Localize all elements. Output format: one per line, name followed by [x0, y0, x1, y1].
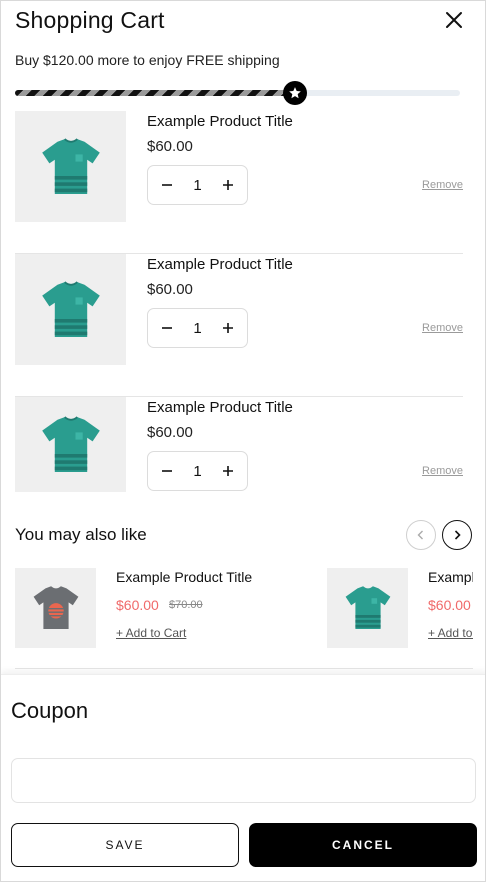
product-title[interactable]: Example Product Title: [116, 569, 252, 585]
shipping-progress-fill: [15, 90, 295, 96]
cancel-button[interactable]: CANCEL: [249, 823, 477, 867]
chevron-right-icon: [454, 530, 461, 540]
product-title[interactable]: Example Product Title: [147, 399, 293, 416]
product-price: $60.00: [147, 281, 193, 298]
minus-icon[interactable]: [158, 176, 176, 194]
chevron-left-icon: [417, 530, 423, 540]
cart-item: Example Product Title $60.00 1 Remove: [15, 254, 463, 397]
recommendation-card: Example Product Title $60.00 $70.00 + Ad…: [15, 568, 315, 648]
sale-price: $60.00: [116, 597, 159, 613]
product-image[interactable]: [15, 397, 126, 492]
coupon-panel: Coupon SAVE CANCEL: [1, 674, 485, 881]
close-icon[interactable]: [443, 9, 465, 31]
product-title[interactable]: Example Product Title: [147, 113, 293, 130]
plus-icon[interactable]: [219, 319, 237, 337]
plus-icon[interactable]: [219, 462, 237, 480]
teal-tshirt-icon: [345, 586, 390, 629]
recommendations-carousel: Example Product Title $60.00 $70.00 + Ad…: [1, 561, 473, 661]
add-to-cart-link[interactable]: + Add to Cart: [116, 626, 186, 640]
recommendations-heading: You may also like: [15, 525, 147, 544]
free-shipping-message: Buy $120.00 more to enjoy FREE shipping: [15, 52, 280, 68]
gray-tshirt-icon: [33, 586, 78, 629]
carousel-prev-button[interactable]: [406, 520, 436, 550]
cart-drawer: Shopping Cart Buy $120.00 more to enjoy …: [0, 0, 486, 882]
minus-icon[interactable]: [158, 462, 176, 480]
save-button[interactable]: SAVE: [11, 823, 239, 867]
remove-link[interactable]: Remove: [422, 179, 463, 191]
coupon-heading: Coupon: [11, 698, 89, 723]
product-title[interactable]: Example Product Title: [428, 569, 473, 585]
page-title: Shopping Cart: [15, 7, 165, 33]
shipping-progress-bar: [15, 81, 460, 105]
teal-tshirt-icon: [41, 137, 100, 194]
add-to-cart-link[interactable]: + Add to Cart: [428, 626, 473, 640]
product-title[interactable]: Example Product Title: [147, 256, 293, 273]
carousel-next-button[interactable]: [442, 520, 472, 550]
cart-header: Shopping Cart: [15, 7, 471, 37]
quantity-stepper: 1: [147, 165, 248, 205]
quantity-value[interactable]: 1: [193, 177, 201, 194]
sale-price: $60.00: [428, 597, 471, 613]
product-image[interactable]: [327, 568, 408, 648]
compare-price: $70.00: [169, 599, 203, 611]
quantity-value[interactable]: 1: [193, 320, 201, 337]
product-image[interactable]: [15, 254, 126, 365]
quantity-stepper: 1: [147, 451, 248, 491]
product-image[interactable]: [15, 111, 126, 222]
teal-tshirt-icon: [41, 280, 100, 337]
cart-item: Example Product Title $60.00 1 Remove: [15, 111, 463, 254]
recommendation-card: Example Product Title $60.00 + Add to Ca…: [327, 568, 473, 648]
teal-tshirt-icon: [41, 415, 100, 472]
product-image[interactable]: [15, 568, 96, 648]
remove-link[interactable]: Remove: [422, 465, 463, 477]
coupon-input[interactable]: [11, 758, 476, 803]
product-price: $60.00: [147, 138, 193, 155]
plus-icon[interactable]: [219, 176, 237, 194]
quantity-value[interactable]: 1: [193, 463, 201, 480]
minus-icon[interactable]: [158, 319, 176, 337]
product-price: $60.00: [147, 424, 193, 441]
cart-item: Example Product Title $60.00 1 Remove: [15, 397, 463, 497]
divider: [15, 668, 473, 669]
remove-link[interactable]: Remove: [422, 322, 463, 334]
star-icon: [283, 81, 307, 105]
quantity-stepper: 1: [147, 308, 248, 348]
